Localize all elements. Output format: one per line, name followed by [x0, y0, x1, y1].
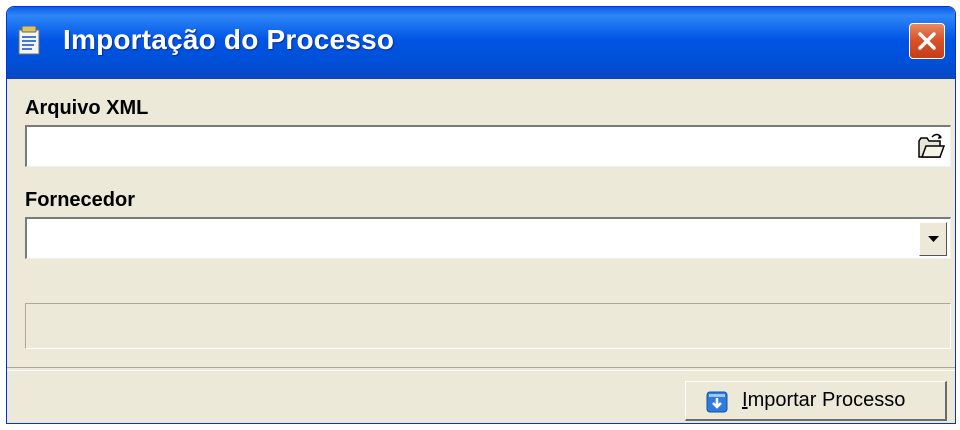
window-title: Importação do Processo — [63, 24, 395, 55]
supplier-select[interactable] — [25, 217, 951, 259]
xml-file-input[interactable] — [31, 128, 895, 166]
title-bar[interactable]: Importação do Processo — [7, 7, 955, 79]
import-arrow-icon — [706, 391, 728, 413]
chevron-down-icon — [928, 236, 939, 242]
open-folder-icon — [918, 133, 946, 158]
xml-file-label: Arquivo XML — [25, 97, 149, 119]
supplier-input[interactable] — [31, 220, 895, 258]
import-process-button[interactable]: Importar Processo — [685, 381, 947, 421]
footer-divider — [7, 367, 955, 371]
document-icon — [18, 26, 40, 55]
browse-button[interactable] — [916, 131, 946, 161]
import-label-rest: mportar Processo — [747, 389, 906, 411]
close-icon — [918, 32, 936, 50]
xml-file-field[interactable] — [25, 125, 951, 167]
import-dialog: Importação do Processo Arquivo XML Forne… — [6, 6, 956, 424]
supplier-label: Fornecedor — [25, 189, 136, 211]
import-process-label: Importar Processo — [742, 389, 905, 412]
status-panel — [25, 303, 951, 349]
close-button[interactable] — [909, 23, 945, 59]
supplier-dropdown-button[interactable] — [919, 222, 947, 256]
